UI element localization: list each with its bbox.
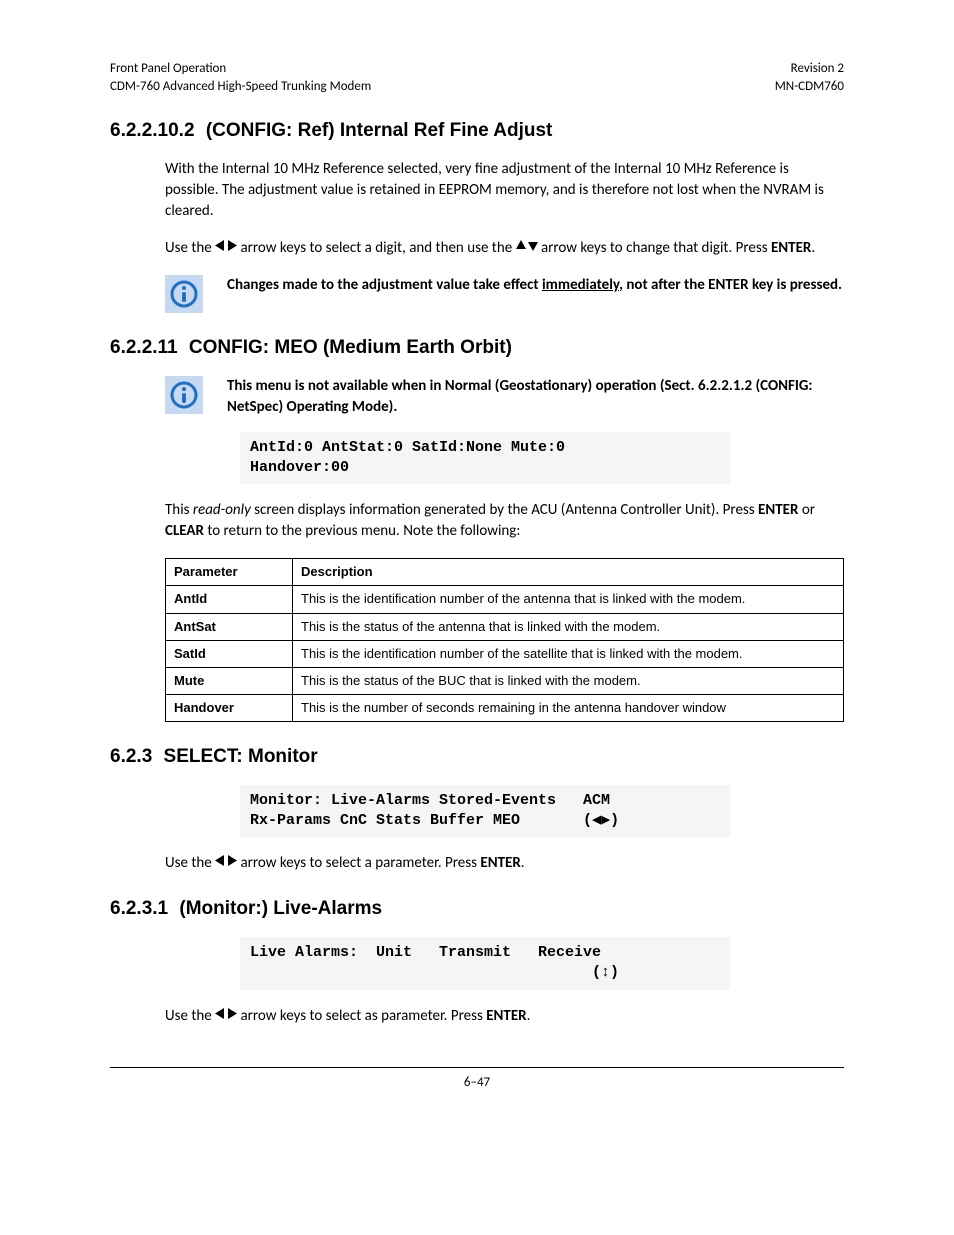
left-right-arrows-icon (215, 237, 237, 258)
info-icon (165, 376, 203, 414)
heading-title: (Monitor:) Live-Alarms (179, 898, 382, 919)
info-note: Changes made to the adjustment value tak… (165, 275, 844, 313)
page-header: Front Panel Operation CDM-760 Advanced H… (110, 60, 844, 96)
heading-config-ref: 6.2.2.10.2 (CONFIG: Ref) Internal Ref Fi… (110, 118, 844, 145)
header-product: CDM-760 Advanced High-Speed Trunking Mod… (110, 78, 371, 96)
heading-title: CONFIG: MEO (Medium Earth Orbit) (189, 337, 512, 358)
note-text: Changes made to the adjustment value tak… (227, 275, 844, 296)
table-row: MuteThis is the status of the BUC that i… (166, 667, 844, 694)
heading-num: 6.2.3.1 (110, 898, 168, 919)
info-icon (165, 275, 203, 313)
col-parameter: Parameter (166, 559, 293, 586)
lcd-display: Live Alarms: Unit Transmit Receive (↕) (240, 937, 730, 990)
table-row: SatIdThis is the identification number o… (166, 640, 844, 667)
heading-monitor-live-alarms: 6.2.3.1 (Monitor:) Live-Alarms (110, 896, 844, 923)
heading-select-monitor: 6.2.3 SELECT: Monitor (110, 744, 844, 771)
header-revision: Revision 2 (775, 60, 844, 78)
page-footer: 6–47 (110, 1067, 844, 1092)
heading-title: SELECT: Monitor (164, 746, 318, 767)
up-down-arrows-icon (516, 237, 538, 258)
page-number: 6–47 (464, 1075, 490, 1090)
lcd-display: Monitor: Live-Alarms Stored-Events ACM R… (240, 785, 730, 838)
header-docnum: MN-CDM760 (775, 78, 844, 96)
table-row: HandoverThis is the number of seconds re… (166, 695, 844, 722)
heading-num: 6.2.2.10.2 (110, 120, 195, 141)
col-description: Description (293, 559, 844, 586)
header-section: Front Panel Operation (110, 60, 371, 78)
table-header-row: Parameter Description (166, 559, 844, 586)
table-row: AntSatThis is the status of the antenna … (166, 613, 844, 640)
heading-num: 6.2.2.11 (110, 337, 178, 358)
note-text: This menu is not available when in Norma… (227, 376, 844, 418)
paragraph: With the Internal 10 MHz Reference selec… (165, 159, 844, 222)
heading-title: (CONFIG: Ref) Internal Ref Fine Adjust (206, 120, 553, 141)
table-row: AntIdThis is the identification number o… (166, 586, 844, 613)
heading-num: 6.2.3 (110, 746, 152, 767)
paragraph: Use the arrow keys to select a parameter… (165, 853, 844, 874)
paragraph: Use the arrow keys to select a digit, an… (165, 238, 844, 259)
heading-config-meo: 6.2.2.11 CONFIG: MEO (Medium Earth Orbit… (110, 335, 844, 362)
left-right-arrows-icon (215, 1005, 237, 1026)
lcd-display: AntId:0 AntStat:0 SatId:None Mute:0 Hand… (240, 432, 730, 485)
paragraph: This read-only screen displays informati… (165, 500, 844, 542)
info-note: This menu is not available when in Norma… (165, 376, 844, 418)
paragraph: Use the arrow keys to select as paramete… (165, 1006, 844, 1027)
left-right-arrows-icon (215, 852, 237, 873)
parameter-table: Parameter Description AntIdThis is the i… (165, 558, 844, 722)
